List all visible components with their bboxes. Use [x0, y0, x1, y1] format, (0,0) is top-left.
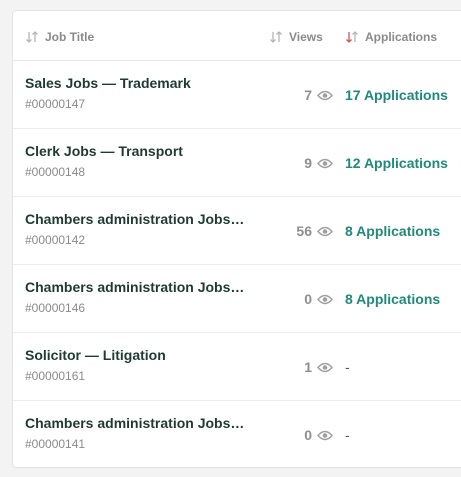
views-number: 0 — [304, 427, 312, 443]
views-count: 56 — [296, 223, 333, 239]
views-count: 0 — [304, 291, 333, 307]
column-label-views: Views — [289, 30, 323, 44]
column-label-applications: Applications — [365, 30, 438, 44]
job-title-link[interactable]: Sales Jobs — Trademark — [25, 75, 247, 91]
jobs-table: Job Title Views Applications Sales Jobs … — [12, 10, 461, 468]
eye-icon — [317, 362, 333, 373]
views-count: 9 — [304, 155, 333, 171]
views-count: 1 — [304, 359, 333, 375]
views-count: 0 — [304, 427, 333, 443]
views-number: 0 — [304, 291, 312, 307]
table-row[interactable]: Solicitor — Litigation #00000161 1 - — [13, 333, 461, 401]
job-title-link[interactable]: Clerk Jobs — Transport — [25, 143, 247, 159]
eye-icon — [317, 226, 333, 237]
eye-icon — [317, 294, 333, 305]
views-count: 7 — [304, 87, 333, 103]
table-row[interactable]: Sales Jobs — Trademark #00000147 7 17 Ap… — [13, 61, 461, 129]
column-header-applications[interactable]: Applications — [345, 30, 437, 44]
views-number: 7 — [304, 87, 312, 103]
eye-icon — [317, 90, 333, 101]
applications-empty: - — [345, 359, 350, 375]
job-id: #00000147 — [25, 97, 86, 111]
job-title-link[interactable]: Chambers administration Jobs —… — [25, 279, 247, 295]
job-title-link[interactable]: Chambers administration Jobs —… — [25, 415, 247, 431]
job-id: #00000148 — [25, 165, 86, 179]
views-number: 56 — [296, 223, 312, 239]
table-header: Job Title Views Applications — [13, 11, 461, 61]
sort-icon[interactable] — [25, 30, 39, 44]
table-row[interactable]: Clerk Jobs — Transport #00000148 9 12 Ap… — [13, 129, 461, 197]
views-number: 1 — [304, 359, 312, 375]
eye-icon — [317, 158, 333, 169]
table-row[interactable]: Chambers administration Jobs —… #0000014… — [13, 197, 461, 265]
job-id: #00000141 — [25, 437, 86, 451]
applications-link[interactable]: 12 Applications — [345, 155, 448, 171]
column-header-views[interactable]: Views — [269, 30, 323, 44]
table-row[interactable]: Chambers administration Jobs —… #0000014… — [13, 265, 461, 333]
job-title-link[interactable]: Solicitor — Litigation — [25, 347, 247, 363]
column-header-job-title[interactable]: Job Title — [25, 30, 94, 44]
job-id: #00000161 — [25, 369, 86, 383]
job-id: #00000142 — [25, 233, 86, 247]
eye-icon — [317, 430, 333, 441]
applications-link[interactable]: 8 Applications — [345, 291, 440, 307]
column-label-job-title: Job Title — [45, 30, 95, 44]
applications-link[interactable]: 8 Applications — [345, 223, 440, 239]
sort-icon[interactable] — [269, 30, 283, 44]
applications-link[interactable]: 17 Applications — [345, 87, 448, 103]
sort-descending-icon[interactable] — [345, 30, 359, 44]
job-id: #00000146 — [25, 301, 86, 315]
applications-empty: - — [345, 427, 350, 443]
table-row[interactable]: Chambers administration Jobs —… #0000014… — [13, 401, 461, 467]
job-title-link[interactable]: Chambers administration Jobs —… — [25, 211, 247, 227]
views-number: 9 — [304, 155, 312, 171]
